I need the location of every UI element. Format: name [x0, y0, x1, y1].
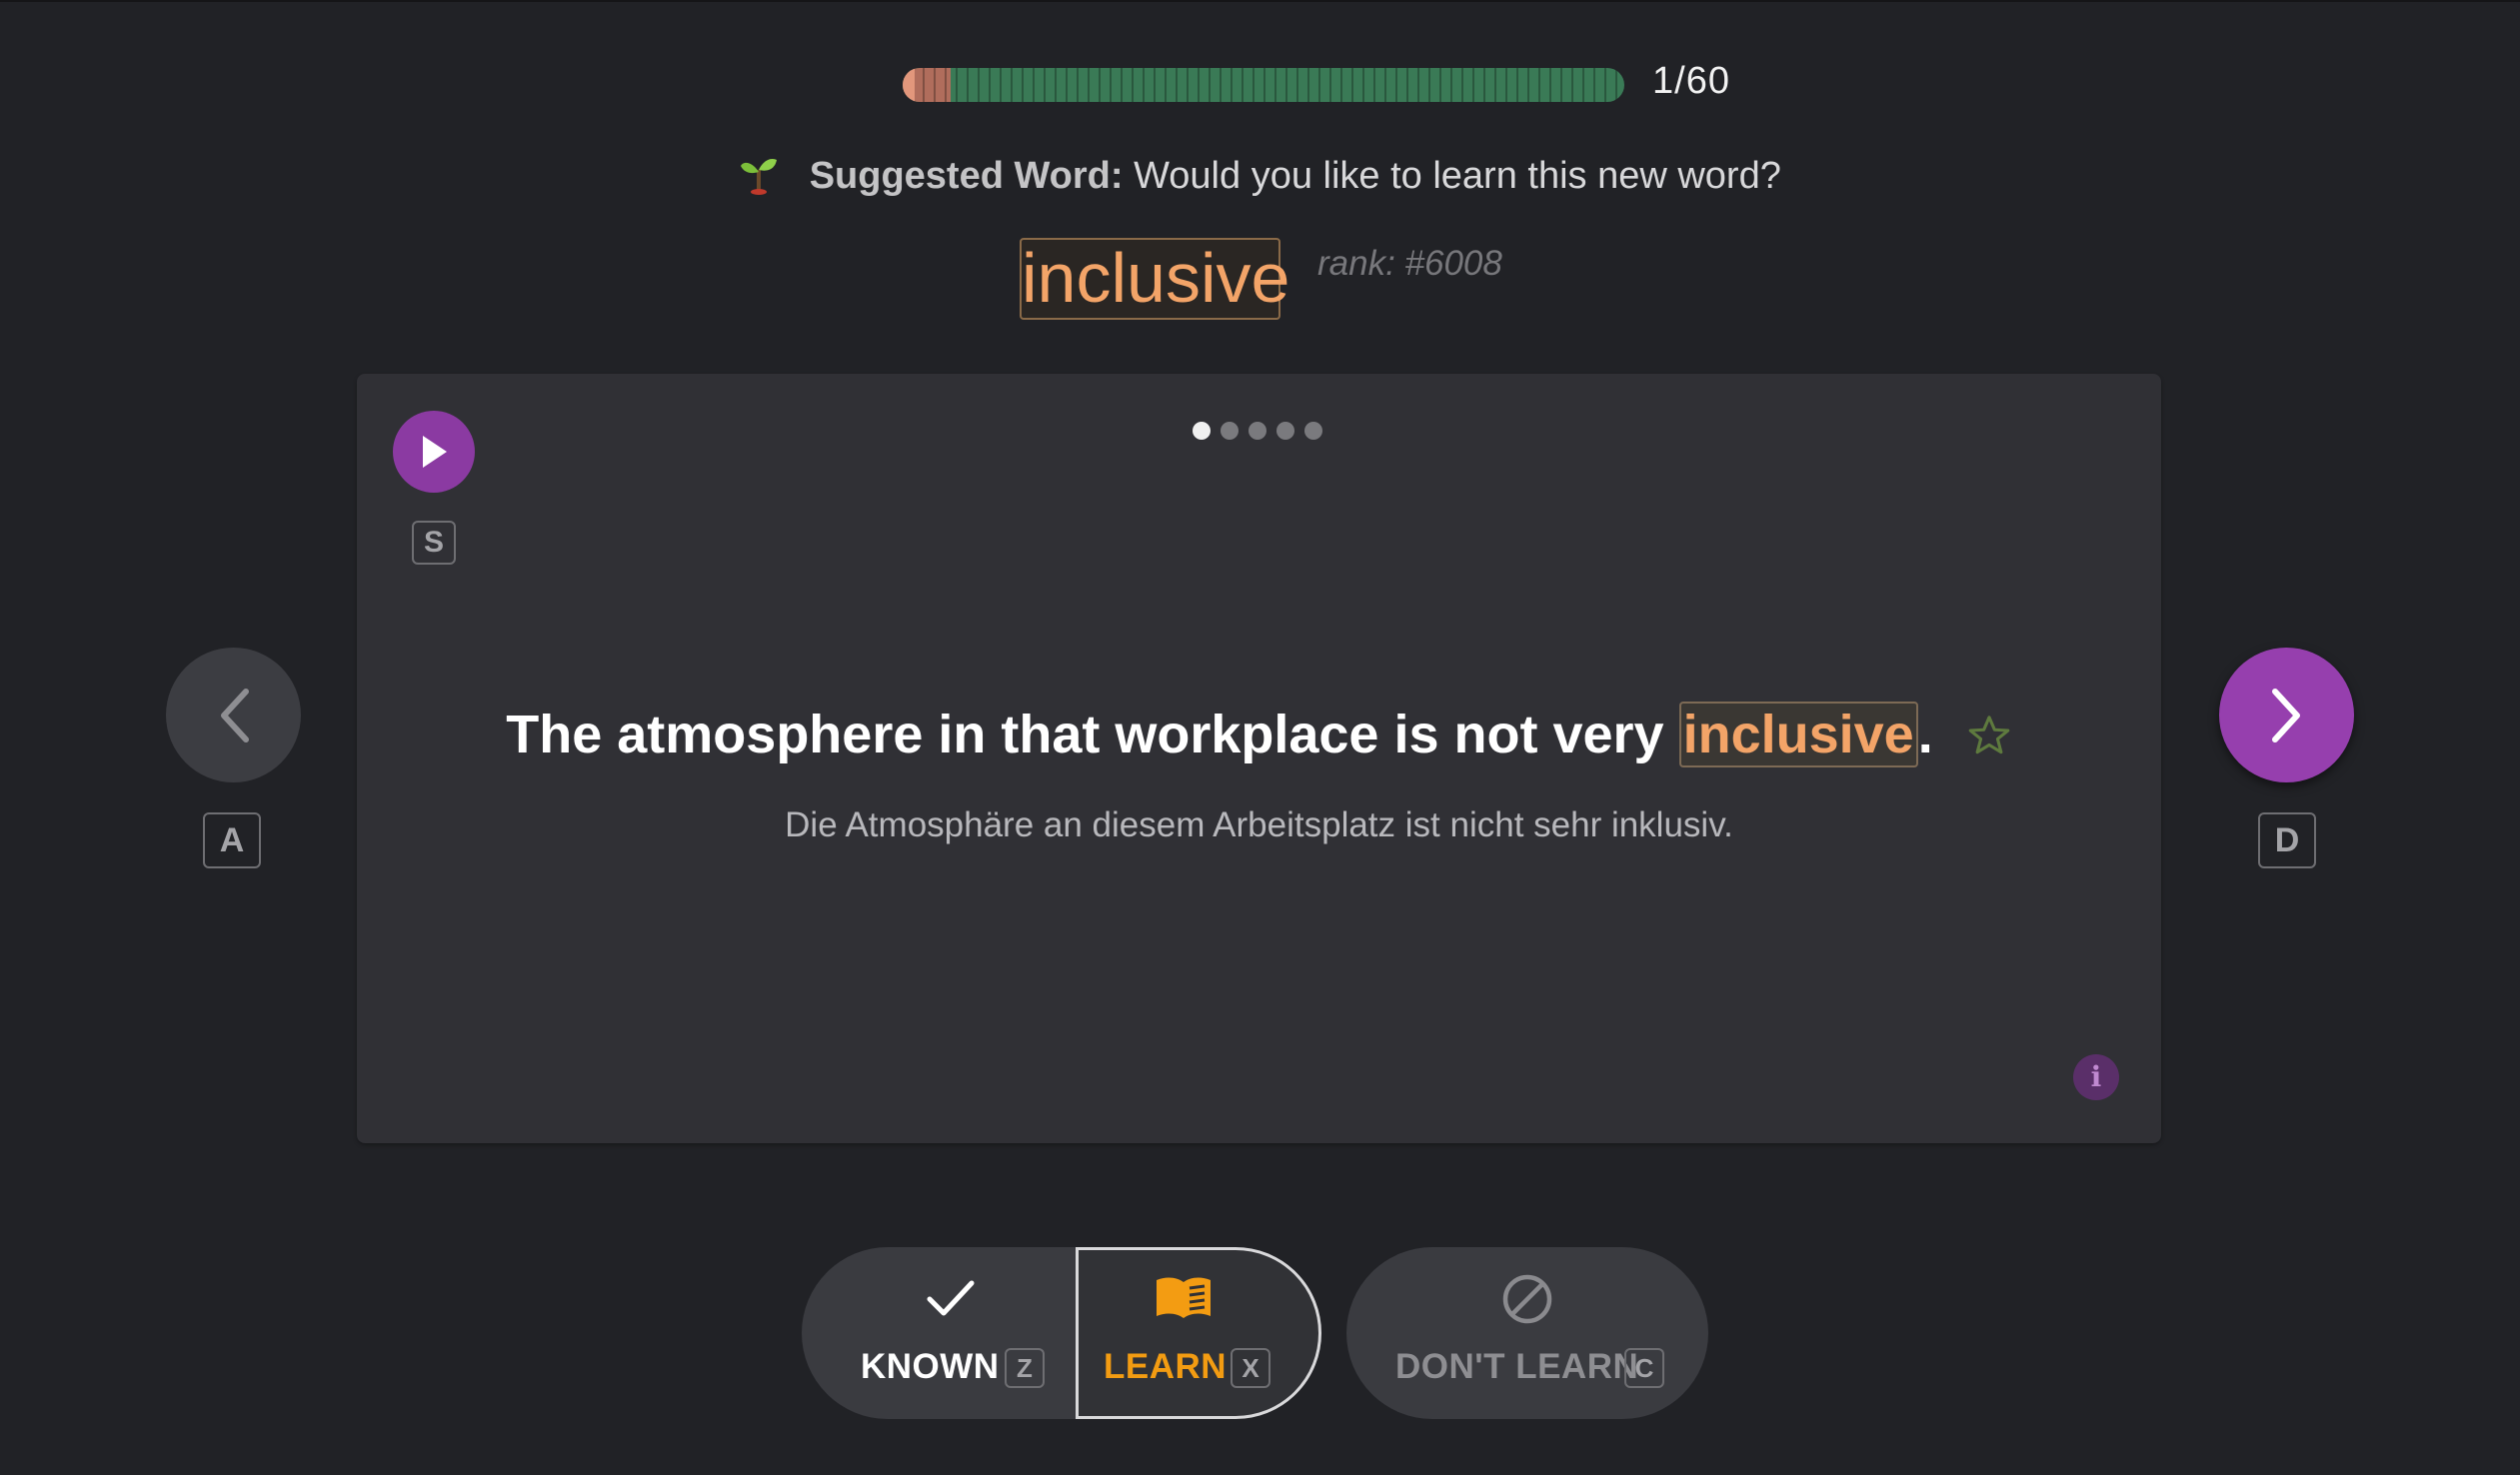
sentence-translation: Die Atmosphäre an diesem Arbeitsplatz is… — [785, 805, 1733, 844]
pagination-dot[interactable] — [1276, 422, 1294, 440]
progress-count: 1/60 — [1652, 60, 1730, 102]
dont-learn-label: DON'T LEARN — [1395, 1347, 1639, 1386]
book-icon — [1157, 1277, 1211, 1318]
next-shortcut-key: D — [2258, 812, 2316, 868]
word-rank: rank: #6008 — [1317, 244, 1502, 283]
pagination-dot[interactable] — [1193, 422, 1211, 440]
play-icon — [423, 436, 447, 468]
chevron-right-icon — [2271, 688, 2300, 742]
learn-button[interactable] — [1076, 1247, 1321, 1419]
example-pagination — [1193, 422, 1322, 440]
sentence-highlighted-word[interactable]: inclusive — [1678, 702, 1918, 767]
sentence-text-before: The atmosphere in that workplace is not … — [506, 705, 1679, 764]
next-button[interactable] — [2219, 648, 2354, 782]
suggestion-question: Would you like to learn this new word? — [1134, 155, 1781, 197]
target-word[interactable]: inclusive — [1020, 238, 1289, 320]
learn-label: LEARN — [1104, 1347, 1228, 1386]
info-icon[interactable]: i — [2073, 1054, 2119, 1100]
progress-fill — [903, 68, 951, 102]
chevron-left-icon — [220, 688, 249, 742]
block-icon — [1502, 1274, 1552, 1324]
pagination-dot[interactable] — [1249, 422, 1266, 440]
known-shortcut-key: Z — [1005, 1348, 1045, 1388]
previous-shortcut-key: A — [203, 812, 261, 868]
star-icon[interactable] — [1966, 710, 2012, 771]
example-sentence: The atmosphere in that workplace is not … — [357, 702, 2161, 771]
learn-shortcut-key: X — [1231, 1348, 1270, 1388]
sentence-text-after: . — [1917, 705, 1933, 764]
play-shortcut-key: S — [412, 521, 456, 565]
play-audio-button[interactable] — [393, 411, 475, 493]
pagination-dot[interactable] — [1221, 422, 1239, 440]
known-label: KNOWN — [861, 1347, 1000, 1386]
suggestion-lead: Suggested Word: — [809, 155, 1124, 197]
previous-button[interactable] — [166, 648, 301, 782]
dont-learn-shortcut-key: C — [1624, 1348, 1664, 1388]
check-icon — [927, 1280, 975, 1316]
sprout-icon — [739, 152, 779, 206]
suggestion-line: Suggested Word: Would you like to learn … — [0, 152, 2520, 206]
review-screen: 1/60 Suggested Word: Would you like to l… — [0, 0, 2520, 1475]
progress-bar — [903, 68, 1624, 102]
pagination-dot[interactable] — [1304, 422, 1322, 440]
